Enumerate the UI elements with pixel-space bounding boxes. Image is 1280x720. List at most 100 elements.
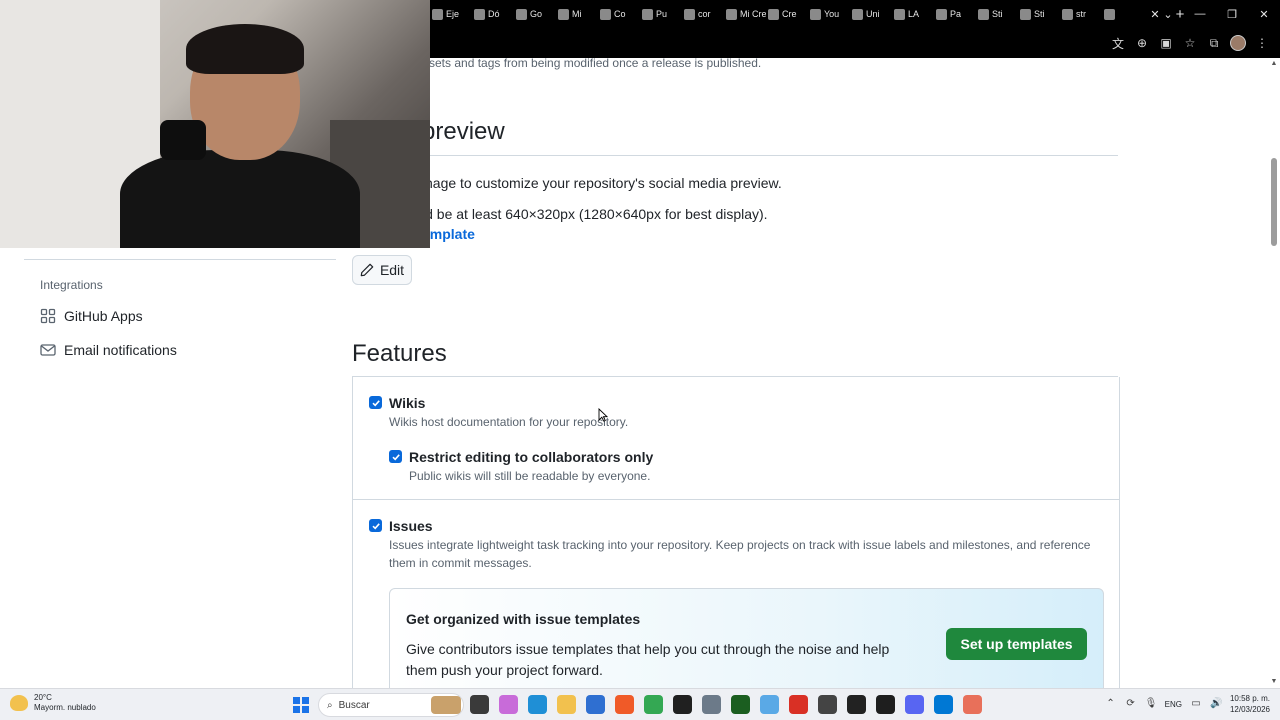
app-icon[interactable] [847,695,866,714]
browser-tab[interactable]: Sti [976,0,1018,28]
promo-text: Give contributors issue templates that h… [406,641,890,678]
taskbar-apps [470,695,982,714]
favicon-icon [516,8,527,20]
pdf-reader-icon[interactable] [789,695,808,714]
issues-label[interactable]: Issues [389,518,433,534]
favicon-icon [558,8,569,20]
wikis-checkbox[interactable] [369,396,382,409]
scroll-thumb[interactable] [1271,158,1277,246]
browser-tab[interactable]: Dó [472,0,514,28]
install-app-icon[interactable]: ▣ [1156,33,1176,53]
extensions-icon[interactable]: ⧉ [1204,33,1224,53]
browser-tab[interactable]: Uni [850,0,892,28]
github-desktop-icon[interactable] [673,695,692,714]
browser-tab[interactable]: Co [598,0,640,28]
chrome-icon[interactable] [644,695,663,714]
sidebar-item-email-notifications[interactable]: Email notifications [40,338,177,362]
webcam-overlay [0,0,430,248]
social-preview-heading: preview [422,118,505,145]
language-indicator[interactable]: ENG [1165,700,1182,709]
network-icon[interactable]: ▭ [1190,698,1202,710]
tab-strip: Eje Dó Go Mi Co Pu cor Mi Cre Cre You Un… [430,0,1194,28]
translate-icon[interactable]: 文 [1108,33,1128,53]
zoom-icon[interactable]: ⊕ [1132,33,1152,53]
check-icon [371,399,380,406]
more-menu-icon[interactable]: ⋮ [1252,33,1272,53]
weather-text: 20°C Mayorm. nublado [34,693,96,713]
taskbar-search[interactable]: ⌕ Buscar [318,693,464,717]
taskbar-clock[interactable]: 10:58 p. m. 12/03/2026 [1230,693,1270,715]
webcam-person [120,24,360,248]
toolbar-actions: 文 ⊕ ▣ ☆ ⧉ ⋮ [1108,28,1272,58]
task-view-icon[interactable] [470,695,489,714]
releases-description: sets and tags from being modified once a… [429,58,762,70]
browser-tab-loading[interactable] [1102,0,1144,28]
browser-tab[interactable]: Pa [934,0,976,28]
edit-label: Edit [379,262,405,278]
favicon-icon [642,8,653,20]
discord-icon[interactable] [905,695,924,714]
check-icon [391,453,400,460]
obs-icon[interactable] [818,695,837,714]
copilot-icon[interactable] [499,695,518,714]
browser-tab[interactable]: Cre [766,0,808,28]
avatar [1230,35,1246,51]
close-window-icon[interactable]: ✕ [1248,0,1280,28]
issues-checkbox[interactable] [369,519,382,532]
browser-tab[interactable]: Mi Cre [724,0,766,28]
scroll-down-icon[interactable]: ▼ [1268,676,1280,688]
clock-date: 12/03/2026 [1229,705,1270,714]
vscode-icon[interactable] [934,695,953,714]
microphone-tray-icon[interactable]: 🎙 [1145,698,1158,710]
browser-tab[interactable]: Eje [430,0,472,28]
minimize-icon[interactable]: — [1184,0,1216,28]
file-explorer-icon[interactable] [557,695,576,714]
issue-templates-promo: Get organized with issue templates Give … [389,588,1104,688]
mail-icon [40,344,56,356]
browser-tab[interactable]: Mi [556,0,598,28]
brave-icon[interactable] [615,695,634,714]
chevron-up-icon[interactable]: ⌃ [1105,698,1117,710]
restore-icon[interactable]: ❐ [1216,0,1248,28]
edit-social-preview-button[interactable]: Edit [352,255,412,285]
weather-widget[interactable]: 20°C Mayorm. nublado [10,693,96,713]
browser-tab[interactable]: Go [514,0,556,28]
browser-tab[interactable]: cor [682,0,724,28]
windows-start-icon[interactable] [293,697,309,713]
window-controls: ⌄ — ❐ ✕ [1152,0,1280,28]
edge-icon[interactable] [528,695,547,714]
favicon-icon [1020,8,1031,20]
terminal-app-icon[interactable] [731,695,750,714]
restrict-editing-label[interactable]: Restrict editing to collaborators only [409,449,653,465]
restrict-editing-checkbox[interactable] [389,450,402,463]
app-icon[interactable] [760,695,779,714]
scroll-up-icon[interactable]: ▲ [1268,58,1280,70]
restrict-editing-description: Public wikis will still be readable by e… [409,469,651,483]
volume-icon[interactable]: 🔊 [1210,698,1222,710]
set-up-templates-button[interactable]: Set up templates [946,628,1087,660]
browser-tab[interactable]: LA [892,0,934,28]
wikis-label[interactable]: Wikis [389,395,425,411]
weather-desc: Mayorm. nublado [34,703,96,712]
page-scrollbar[interactable]: ▲ ▼ [1268,58,1280,688]
sidebar-item-github-apps[interactable]: GitHub Apps [40,304,143,328]
browser-tab[interactable]: Sti [1018,0,1060,28]
profile-button[interactable] [1228,33,1248,53]
browser-tab[interactable]: You [808,0,850,28]
search-placeholder: Buscar [338,699,370,711]
favicon-icon [726,8,737,20]
terminal-icon[interactable] [876,695,895,714]
check-icon [371,522,380,529]
bookmark-star-icon[interactable]: ☆ [1180,33,1200,53]
app-icon[interactable] [702,695,721,714]
apps-grid-icon [40,308,56,324]
store-icon[interactable] [586,695,605,714]
browser-tab[interactable]: Pu [640,0,682,28]
snipping-tool-icon[interactable] [963,695,982,714]
favicon-icon [978,8,989,20]
browser-tab-active[interactable]: str [1060,0,1102,28]
chevron-down-icon[interactable]: ⌄ [1152,0,1184,28]
sync-icon[interactable]: ⟳ [1125,698,1137,710]
sidebar-section-heading: Integrations [40,278,103,292]
features-box: Wikis Wikis host documentation for your … [352,377,1120,688]
